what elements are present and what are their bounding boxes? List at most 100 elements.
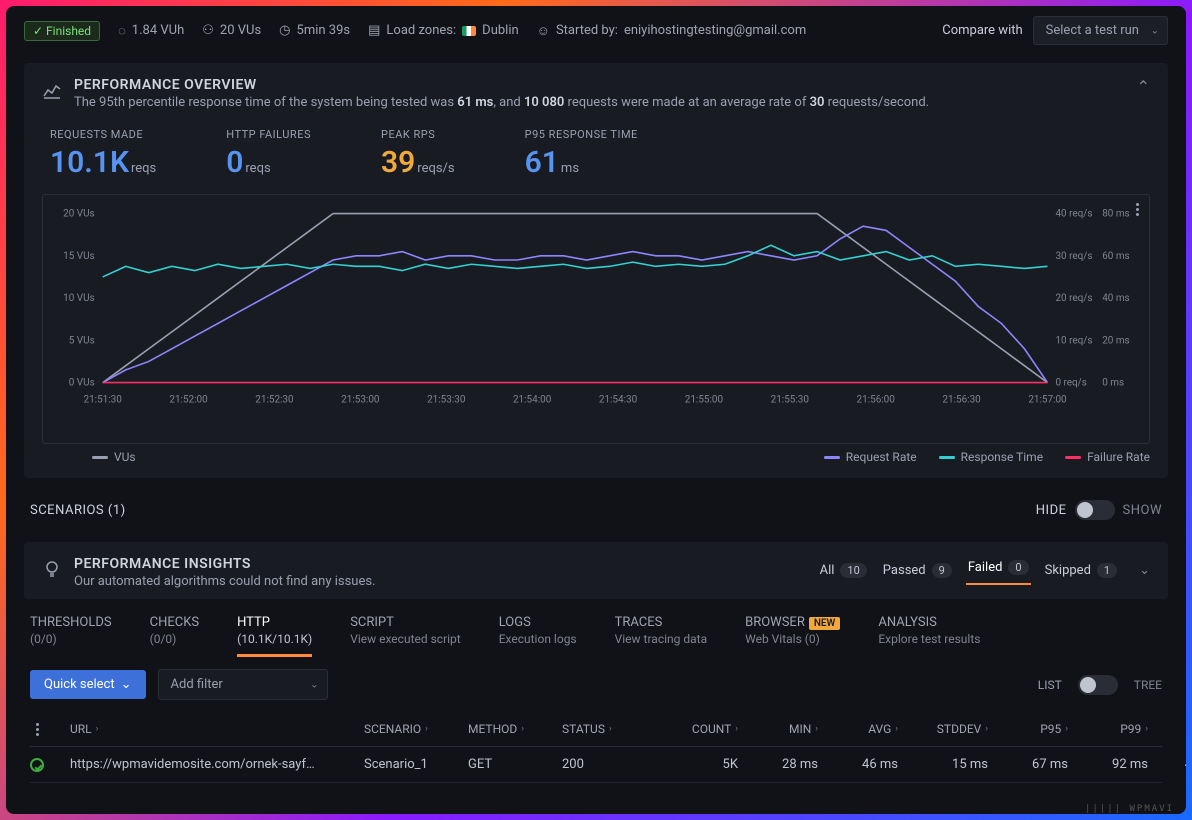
col-scenario[interactable]: SCENARIO›	[364, 722, 464, 736]
tab-checks[interactable]: CHECKS(0/0)	[150, 607, 199, 657]
svg-text:21:54:30: 21:54:30	[599, 394, 638, 405]
col-p99[interactable]: P99›	[1072, 722, 1148, 736]
tab-analysis[interactable]: ANALYSISExplore test results	[878, 607, 980, 657]
chart-icon	[42, 80, 62, 100]
tab-thresholds[interactable]: THRESHOLDS(0/0)	[30, 607, 112, 657]
insights-tab-skipped[interactable]: Skipped1	[1043, 559, 1119, 582]
flag-ireland-icon	[462, 26, 476, 36]
legend-request-rate[interactable]: Request Rate	[824, 450, 917, 464]
compare-label: Compare with	[942, 23, 1022, 38]
legend-response-time[interactable]: Response Time	[939, 450, 1043, 464]
insights-tab-passed[interactable]: Passed9	[881, 559, 954, 582]
col-count[interactable]: COUNT›	[652, 722, 738, 736]
view-toggle[interactable]	[1078, 675, 1118, 695]
insights-collapse[interactable]: ⌄	[1139, 563, 1150, 578]
metric-requests: REQUESTS MADE 10.1Kreqs	[50, 128, 156, 180]
tab-browser[interactable]: BROWSERNEWWeb Vitals (0)	[745, 607, 840, 657]
main-tabs: THRESHOLDS(0/0) CHECKS(0/0) HTTP(10.1K/1…	[6, 607, 1186, 657]
col-avg[interactable]: AVG›	[822, 722, 898, 736]
tab-script[interactable]: SCRIPTView executed script	[350, 607, 461, 657]
svg-text:21:56:00: 21:56:00	[857, 394, 896, 405]
legend-failure-rate[interactable]: Failure Rate	[1065, 450, 1150, 464]
filter-row: Quick select ⌄ Add filter⌄ LIST TREE	[6, 657, 1186, 712]
cell-url: https://wpmavidemosite.com/ornek-sayf…	[70, 757, 360, 772]
status-ok-icon	[30, 758, 44, 772]
metric-p95: P95 RESPONSE TIME 61ms	[525, 128, 638, 180]
insights-subtitle: Our automated algorithms could not find …	[74, 574, 375, 589]
tab-http[interactable]: HTTP(10.1K/10.1K)	[237, 607, 312, 657]
col-method[interactable]: METHOD›	[468, 722, 558, 736]
cell-avg: 46 ms	[822, 757, 898, 772]
svg-text:21:51:30: 21:51:30	[84, 394, 123, 405]
chart-menu-button[interactable]	[1136, 203, 1139, 216]
quick-select-button[interactable]: Quick select ⌄	[30, 670, 146, 699]
scenarios-label: SCENARIOS (1)	[30, 503, 126, 518]
col-status[interactable]: STATUS›	[562, 722, 648, 736]
cell-p99: 92 ms	[1072, 757, 1148, 772]
table-row[interactable]: https://wpmavidemosite.com/ornek-sayf… S…	[30, 747, 1162, 783]
tab-traces[interactable]: TRACESView tracing data	[615, 607, 708, 657]
started-by: ☺ Started by: eniyihostingtesting@gmail.…	[537, 23, 807, 39]
watermark: ||||| WPMAVI	[1085, 804, 1174, 814]
svg-text:21:54:00: 21:54:00	[513, 394, 552, 405]
performance-overview-panel: PERFORMANCE OVERVIEW The 95th percentile…	[24, 63, 1168, 478]
scenarios-toggle[interactable]	[1075, 500, 1115, 520]
svg-text:21:53:30: 21:53:30	[427, 394, 466, 405]
metric-peak-rps: PEAK RPS 39reqs/s	[381, 128, 455, 180]
status-badge: ✓ Finished	[24, 21, 100, 41]
svg-text:60 ms: 60 ms	[1102, 251, 1129, 262]
chevron-down-icon: ⌄	[310, 679, 318, 690]
col-max[interactable]: MAX›	[1152, 722, 1186, 736]
user-icon: ☺	[537, 23, 550, 39]
chart-legend: VUs Request Rate Response Time Failure R…	[42, 444, 1150, 464]
http-table: URL› SCENARIO› METHOD› STATUS› COUNT› MI…	[6, 712, 1186, 783]
svg-text:21:55:00: 21:55:00	[685, 394, 724, 405]
col-min[interactable]: MIN›	[742, 722, 818, 736]
duration-stat: ◷ 5min 39s	[279, 23, 350, 38]
collapse-button[interactable]: ⌃	[1137, 77, 1150, 96]
svg-text:21:56:30: 21:56:30	[942, 394, 981, 405]
compare-select[interactable]: Select a test run⌄	[1033, 16, 1168, 45]
insights-title: PERFORMANCE INSIGHTS	[74, 556, 375, 572]
svg-text:40 ms: 40 ms	[1102, 293, 1129, 304]
svg-text:20 VUs: 20 VUs	[63, 209, 95, 220]
add-filter-input[interactable]: Add filter⌄	[158, 669, 328, 700]
panel-subtitle: The 95th percentile response time of the…	[74, 95, 929, 110]
overview-chart: 0 VUs5 VUs10 VUs15 VUs20 VUs0 req/s10 re…	[42, 194, 1150, 444]
cell-scenario: Scenario_1	[364, 757, 464, 772]
svg-text:0 VUs: 0 VUs	[69, 378, 95, 389]
svg-text:0 ms: 0 ms	[1102, 378, 1124, 389]
show-label: SHOW	[1123, 503, 1162, 518]
legend-vus[interactable]: VUs	[92, 450, 136, 464]
hide-label: HIDE	[1036, 503, 1067, 518]
flame-icon: ◌	[118, 23, 126, 39]
col-p95[interactable]: P95›	[992, 722, 1068, 736]
server-icon: ▤	[368, 23, 380, 38]
app-root: ✓ Finished ◌ 1.84 VUh ⚇ 20 VUs ◷ 5min 39…	[6, 6, 1186, 814]
svg-text:20 ms: 20 ms	[1102, 335, 1129, 346]
svg-text:20 req/s: 20 req/s	[1055, 293, 1092, 304]
svg-text:80 ms: 80 ms	[1102, 209, 1129, 220]
metric-failures: HTTP FAILURES 0reqs	[226, 128, 311, 180]
scenarios-row: SCENARIOS (1) HIDE SHOW	[6, 486, 1186, 534]
chart-canvas: 0 VUs5 VUs10 VUs15 VUs20 VUs0 req/s10 re…	[43, 203, 1137, 413]
tab-logs[interactable]: LOGSExecution logs	[499, 607, 577, 657]
list-label: LIST	[1038, 678, 1062, 692]
tree-label: TREE	[1134, 678, 1162, 692]
col-url[interactable]: URL›	[70, 722, 360, 736]
bulb-icon	[42, 559, 62, 579]
insights-tab-all[interactable]: All10	[818, 559, 869, 582]
table-header: URL› SCENARIO› METHOD› STATUS› COUNT› MI…	[30, 712, 1162, 747]
svg-text:21:53:00: 21:53:00	[341, 394, 380, 405]
svg-text:10 VUs: 10 VUs	[63, 293, 95, 304]
cell-count: 5K	[652, 757, 738, 772]
insights-tab-failed[interactable]: Failed0	[966, 556, 1031, 585]
cell-max: 417 ms	[1152, 757, 1186, 772]
svg-text:0 req/s: 0 req/s	[1055, 378, 1086, 389]
table-menu-button[interactable]	[36, 723, 66, 736]
col-stddev[interactable]: STDDEV›	[902, 722, 988, 736]
cell-p95: 67 ms	[992, 757, 1068, 772]
svg-text:21:57:00: 21:57:00	[1028, 394, 1067, 405]
svg-text:21:52:00: 21:52:00	[169, 394, 208, 405]
cell-method: GET	[468, 757, 558, 772]
